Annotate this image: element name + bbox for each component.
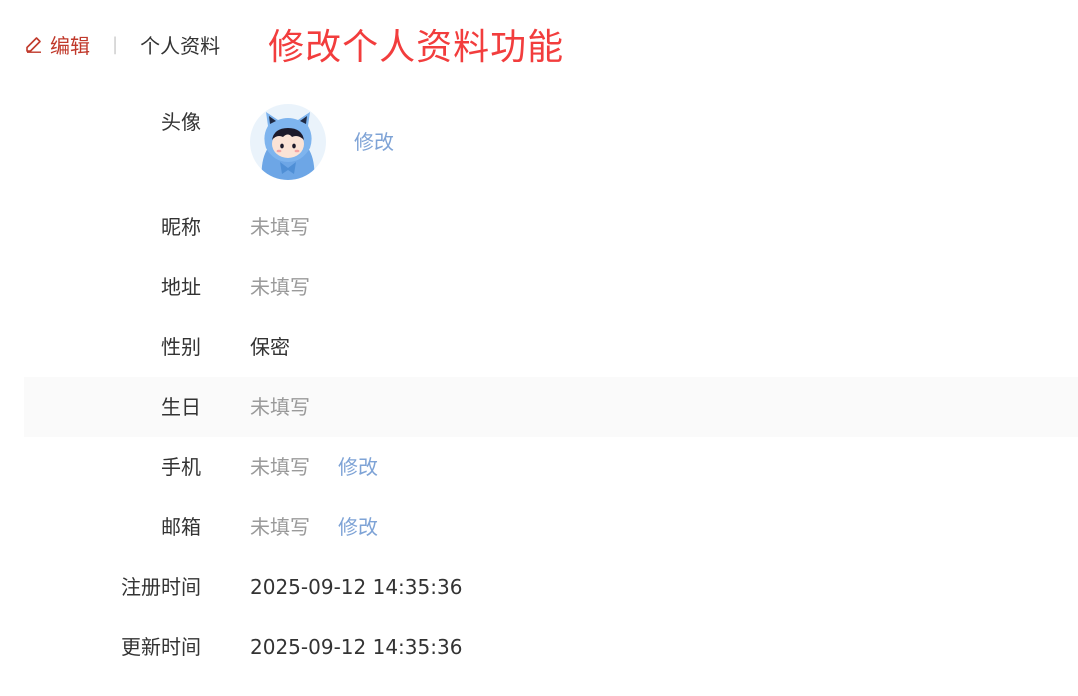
avatar[interactable] (250, 104, 326, 180)
gender-value: 保密 (250, 335, 290, 359)
updated-value: 2025-09-12 14:35:36 (250, 635, 463, 659)
registered-row: 注册时间 2025-09-12 14:35:36 (24, 557, 1078, 617)
birthday-label: 生日 (161, 395, 201, 419)
nickname-label: 昵称 (161, 215, 201, 239)
phone-label: 手机 (161, 455, 201, 479)
birthday-value: 未填写 (250, 395, 310, 419)
email-modify-link[interactable]: 修改 (338, 515, 378, 539)
updated-row: 更新时间 2025-09-12 14:35:36 (24, 617, 1078, 677)
avatar-row: 头像 修改 (24, 104, 1078, 184)
nickname-row: 昵称 未填写 (24, 197, 1078, 257)
page-headline: 修改个人资料功能 (268, 27, 565, 68)
registered-value: 2025-09-12 14:35:36 (250, 575, 463, 599)
avatar-cat-hood-illustration (261, 112, 315, 180)
breadcrumb-profile: 个人资料 (140, 33, 221, 58)
updated-label: 更新时间 (121, 635, 201, 659)
phone-value: 未填写 (250, 455, 310, 479)
gender-label: 性别 (161, 335, 201, 359)
registered-label: 注册时间 (121, 575, 201, 599)
birthday-row: 生日 未填写 (24, 377, 1078, 437)
phone-value-wrap: 未填写 修改 (250, 437, 378, 497)
edit-pencil-icon (26, 37, 41, 53)
header-divider: | (112, 33, 119, 55)
email-value-wrap: 未填写 修改 (250, 497, 378, 557)
email-value: 未填写 (250, 515, 310, 539)
edit-label: 编辑 (50, 33, 90, 58)
address-row: 地址 未填写 (24, 257, 1078, 317)
avatar-modify-link[interactable]: 修改 (354, 126, 394, 155)
gender-row: 性别 保密 (24, 317, 1078, 377)
email-label: 邮箱 (161, 515, 201, 539)
page-header: 编辑 | 个人资料 修改个人资料功能 (24, 18, 564, 70)
email-row: 邮箱 未填写 修改 (24, 497, 1078, 557)
phone-modify-link[interactable]: 修改 (338, 455, 378, 479)
phone-row: 手机 未填写 修改 (24, 437, 1078, 497)
address-value: 未填写 (250, 275, 310, 299)
profile-page: 编辑 | 个人资料 修改个人资料功能 头像 修改 昵称 未填写 地址 未填写 性… (0, 0, 1078, 696)
avatar-label: 头像 (161, 110, 201, 134)
address-label: 地址 (161, 275, 201, 299)
edit-button[interactable]: 编辑 (24, 30, 90, 59)
nickname-value: 未填写 (250, 215, 310, 239)
